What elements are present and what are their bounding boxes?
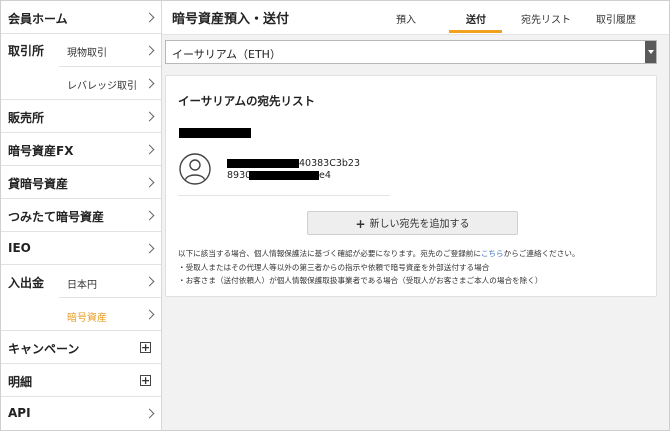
sidebar-item-campaign[interactable]: キャンペーン + [1, 331, 161, 364]
sidebar-item-retail[interactable]: 販売所 [1, 100, 161, 133]
contact-link[interactable]: こちら [481, 249, 504, 258]
add-new-address-button[interactable]: + 新しい宛先を追加する [307, 211, 518, 235]
sidebar-item-label: IEO [8, 241, 31, 255]
page-title: 暗号資産預入・送付 [172, 12, 290, 27]
sidebar-subitem-crypto[interactable]: 暗号資産 [59, 298, 161, 331]
sidebar-subitem-label: 暗号資産 [67, 313, 107, 324]
tab-address-list[interactable]: 宛先リスト [521, 11, 571, 26]
sidebar-item-label: 貸暗号資産 [8, 177, 69, 191]
sidebar-item-label: 取引所 [8, 44, 45, 58]
sidebar-item-ieo[interactable]: IEO [1, 232, 161, 265]
sidebar-subitem-jpy[interactable]: 日本円 [59, 265, 161, 298]
sidebar-item-member-home[interactable]: 会員ホーム [1, 1, 161, 34]
sidebar-item-label: 暗号資産FX [8, 144, 74, 158]
chevron-right-icon [144, 243, 155, 254]
tab-deposit[interactable]: 預入 [396, 11, 416, 26]
address-line-2-prefix: 8930 [227, 170, 252, 181]
sidebar-item-crypto-fx[interactable]: 暗号資産FX [1, 133, 161, 166]
sidebar-item-crypto-savings[interactable]: つみたて暗号資産 [1, 199, 161, 232]
chevron-right-icon [144, 276, 155, 287]
address-list-card: イーサリアムの宛先リスト 40383C3b23 8930 e4 + 新しい宛先を追… [165, 75, 657, 297]
notice-line-1: 以下に該当する場合、個人情報保護法に基づく確認が必要になります。宛先のご登録前に… [178, 248, 580, 259]
chevron-right-icon [144, 45, 155, 56]
redacted-address-label [179, 128, 251, 138]
add-button-label: 新しい宛先を追加する [369, 219, 470, 230]
sidebar-item-label: 入出金 [8, 276, 45, 290]
notice-text: 以下に該当する場合、個人情報保護法に基づく確認が必要になります。宛先のご登録前に [178, 249, 481, 258]
plus-icon: + [140, 341, 151, 354]
address-line-2-suffix: e4 [319, 170, 331, 181]
user-avatar-icon [179, 153, 211, 185]
plus-icon: + [355, 217, 366, 231]
card-title: イーサリアムの宛先リスト [178, 94, 315, 108]
sidebar-subitem-label: レバレッジ取引 [67, 81, 137, 92]
page-header: 暗号資産預入・送付 預入 送付 宛先リスト 取引履歴 [162, 1, 669, 35]
sidebar-item-label: 明細 [8, 375, 33, 389]
sidebar-item-label: 販売所 [8, 111, 45, 125]
notice-text: からご連絡ください。 [503, 249, 580, 258]
notice-line-2: ・受取人またはその代理人等以外の第三者からの指示や依頼で暗号資産を外部送付する場… [178, 263, 490, 272]
dropdown-arrow-icon [645, 41, 656, 63]
address-line-1: 40383C3b23 [299, 158, 361, 169]
plus-icon: + [140, 374, 151, 387]
sidebar: 会員ホーム 取引所 現物取引 レバレッジ取引 販売所 暗号資産FX 貸暗号資産 … [1, 1, 162, 430]
sidebar-subitem-label: 現物取引 [67, 48, 107, 59]
app-frame: 会員ホーム 取引所 現物取引 レバレッジ取引 販売所 暗号資産FX 貸暗号資産 … [0, 0, 670, 431]
redacted-address-part [249, 171, 319, 180]
currency-select-value: イーサリアム（ETH） [172, 48, 281, 61]
chevron-right-icon [144, 309, 155, 320]
sidebar-item-label: キャンペーン [8, 342, 80, 356]
sidebar-item-label: API [8, 406, 31, 420]
sidebar-subitem-spot-trading[interactable]: 現物取引 [59, 34, 161, 67]
tab-send[interactable]: 送付 [466, 11, 486, 26]
tab-transaction-history[interactable]: 取引履歴 [596, 11, 636, 26]
chevron-right-icon [144, 111, 155, 122]
sidebar-item-api[interactable]: API [1, 397, 161, 430]
sidebar-item-statements[interactable]: 明細 + [1, 364, 161, 397]
sidebar-item-crypto-lending[interactable]: 貸暗号資産 [1, 166, 161, 199]
notice-line-3: ・お客さま（送付依頼人）が個人情報保護取扱事業者である場合（受取人がお客さまご本… [178, 276, 543, 285]
chevron-right-icon [144, 78, 155, 89]
sidebar-item-label: 会員ホーム [8, 12, 68, 26]
chevron-right-icon [144, 408, 155, 419]
divider [178, 195, 390, 196]
sidebar-item-label: つみたて暗号資産 [8, 210, 105, 224]
active-tab-indicator [449, 30, 502, 33]
chevron-right-icon [144, 210, 155, 221]
sidebar-subitem-label: 日本円 [67, 280, 97, 291]
sidebar-subitem-leverage-trading[interactable]: レバレッジ取引 [59, 67, 161, 100]
redacted-address-part [227, 159, 299, 168]
chevron-right-icon [144, 12, 155, 23]
chevron-right-icon [144, 144, 155, 155]
currency-select[interactable]: イーサリアム（ETH） [165, 40, 657, 64]
chevron-right-icon [144, 177, 155, 188]
